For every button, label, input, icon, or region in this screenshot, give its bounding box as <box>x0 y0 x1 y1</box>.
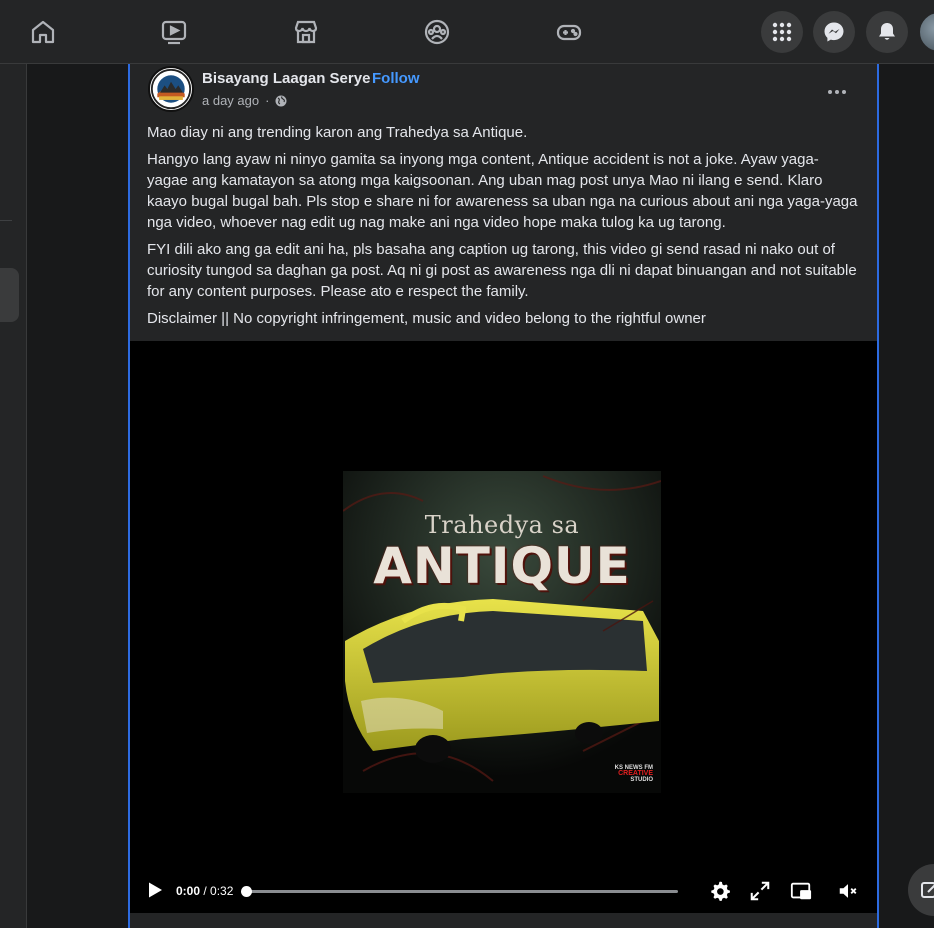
settings-gear-icon[interactable] <box>708 879 732 903</box>
follow-button[interactable]: Follow <box>372 70 420 87</box>
post-footer <box>130 913 877 928</box>
more-dot-icon <box>835 90 839 94</box>
picture-in-picture-icon[interactable] <box>789 879 813 903</box>
sidebar-item[interactable] <box>0 268 19 322</box>
new-message-button[interactable] <box>908 864 934 916</box>
left-sidebar <box>0 64 27 928</box>
post-options-button[interactable] <box>819 74 855 110</box>
video-thumbnail: Trahedya sa ANTIQUE KS NEWS FM CREATIVE … <box>343 471 661 793</box>
post-paragraph: FYI dili ako ang ga edit ani ha, pls bas… <box>147 241 857 300</box>
post-paragraph: Mao diay ni ang trending karon ang Trahe… <box>147 124 528 141</box>
video-player[interactable]: Trahedya sa ANTIQUE KS NEWS FM CREATIVE … <box>130 341 877 913</box>
marketplace-icon[interactable] <box>288 14 324 50</box>
profile-avatar[interactable] <box>918 11 934 53</box>
page-avatar[interactable] <box>148 66 194 112</box>
volume-muted-icon[interactable] <box>836 879 860 903</box>
thumbnail-brand: KS NEWS FM CREATIVE STUDIO <box>615 765 653 783</box>
page-name-link[interactable]: Bisayang Laagan Serye <box>202 70 370 87</box>
top-navigation-bar <box>0 0 934 64</box>
video-icon[interactable] <box>156 14 192 50</box>
thumbnail-headline: ANTIQUE <box>373 537 631 595</box>
post-header: Bisayang Laagan Serye · Follow a day ago… <box>148 66 863 116</box>
video-time: 0:00 / 0:32 <box>176 884 233 898</box>
home-icon[interactable] <box>25 14 61 50</box>
meta-separator: · <box>265 93 270 108</box>
post-meta: a day ago · <box>202 93 287 108</box>
video-scrubber-handle[interactable] <box>241 886 252 897</box>
menu-grid-icon[interactable] <box>761 11 803 53</box>
globe-icon <box>275 95 287 107</box>
video-controls: 0:00 / 0:32 <box>130 875 877 905</box>
brand-line: STUDIO <box>630 777 653 783</box>
thumbnail-title: Trahedya sa <box>424 511 580 539</box>
messenger-icon[interactable] <box>813 11 855 53</box>
current-time: 0:00 <box>176 884 201 898</box>
more-dot-icon <box>828 90 832 94</box>
sidebar-divider <box>0 220 12 221</box>
play-icon[interactable] <box>146 881 164 899</box>
fullscreen-expand-icon[interactable] <box>748 879 772 903</box>
post-paragraph: Hangyo lang ayaw ni ninyo gamita sa inyo… <box>147 151 858 231</box>
notifications-bell-icon[interactable] <box>866 11 908 53</box>
gaming-icon[interactable] <box>551 14 587 50</box>
more-dot-icon <box>842 90 846 94</box>
time-separator: / <box>200 884 211 898</box>
post-paragraph: Disclaimer || No copyright infringement,… <box>147 310 706 327</box>
post-body: Mao diay ni ang trending karon ang Trahe… <box>147 122 859 335</box>
feed-post: Bisayang Laagan Serye · Follow a day ago… <box>128 64 879 928</box>
compose-icon <box>921 882 934 898</box>
video-duration: 0:32 <box>210 884 234 898</box>
video-progress-track[interactable] <box>241 886 678 897</box>
groups-icon[interactable] <box>419 14 455 50</box>
post-time-link[interactable]: a day ago <box>202 93 259 108</box>
name-separator: · <box>362 70 367 87</box>
